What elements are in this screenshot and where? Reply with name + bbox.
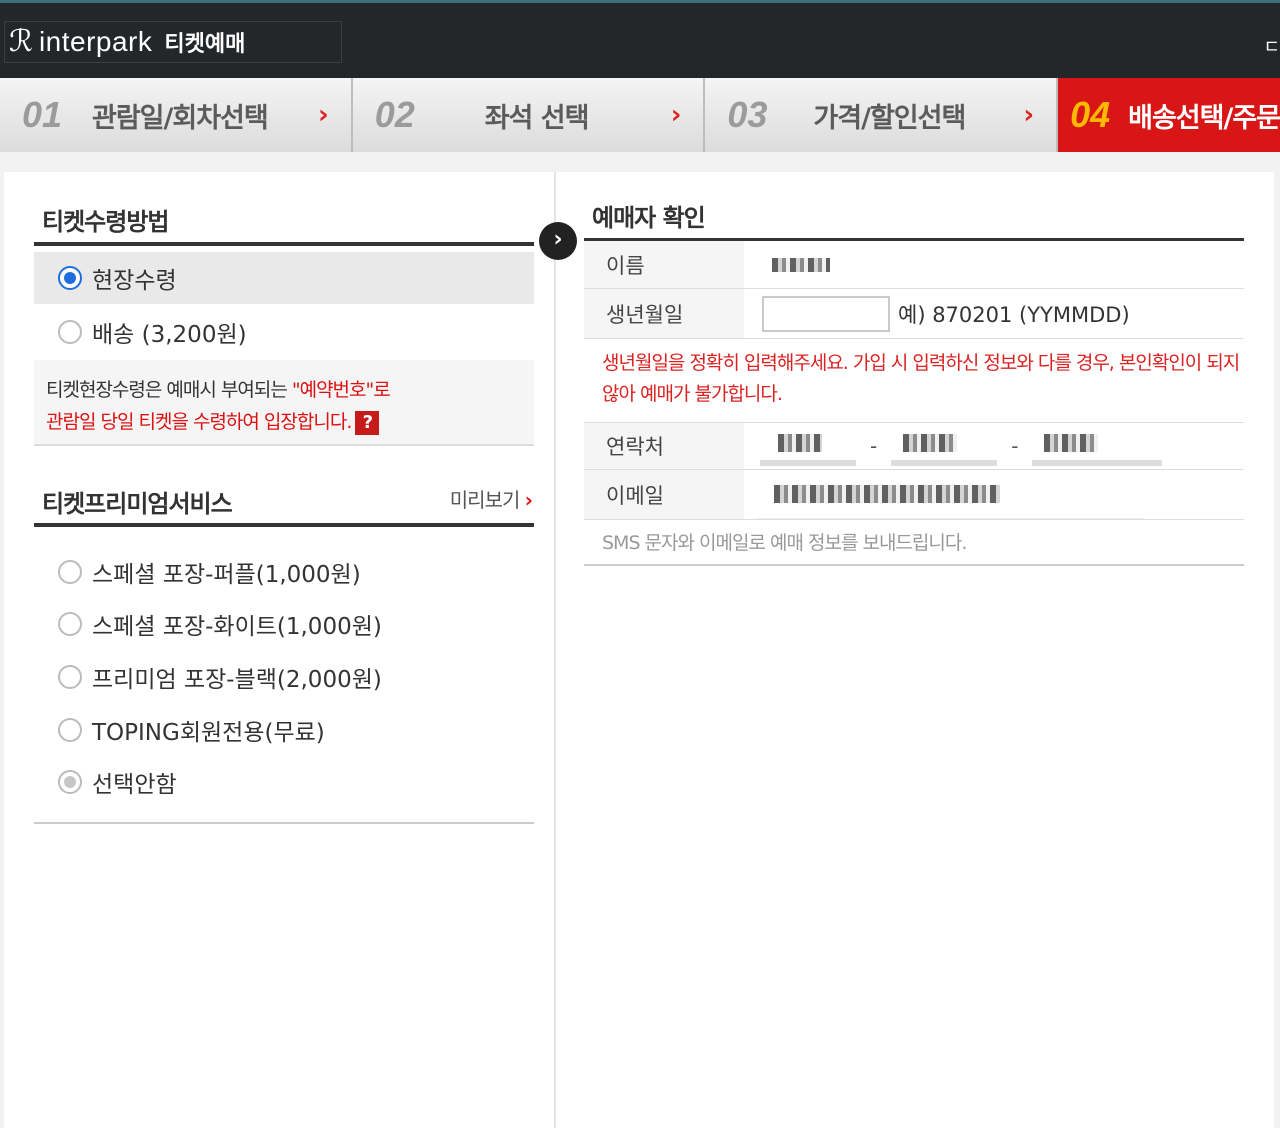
interpark-logo[interactable]: ℛ interpark 티켓예매 (4, 21, 342, 63)
phone-separator: - (870, 434, 878, 458)
phone-part-3[interactable] (1032, 426, 1163, 466)
phone-part-2[interactable] (891, 426, 998, 466)
booker-confirm-title: 예매자 확인 (592, 204, 706, 232)
name-value-redacted (744, 257, 1244, 272)
option-label: 현장수령 (92, 268, 177, 294)
option-label: 스페셜 포장-화이트(1,000원) (92, 614, 382, 640)
option-label: 스페셜 포장-퍼플(1,000원) (92, 562, 361, 588)
window-icon[interactable]: ㄷ (1263, 33, 1280, 59)
radio-delivery[interactable] (58, 320, 82, 344)
email-field[interactable] (758, 471, 1144, 519)
phone-row: 연락처 - - (584, 422, 1244, 470)
step-4-active[interactable]: 04 배송선택/주문 (1058, 78, 1280, 152)
section-divider (584, 564, 1244, 566)
left-panel: 티켓수령방법 현장수령 배송 (3,200원) 티켓현장수령은 예매시 부여되는… (4, 172, 556, 1128)
birth-example: 예) 870201 (YYMMDD) (898, 302, 1130, 327)
top-header: ℛ interpark 티켓예매 ㄷ (0, 0, 1280, 78)
premium-option[interactable]: 프리미엄 포장-블랙(2,000원) (34, 651, 382, 703)
preview-label: 미리보기 (449, 488, 521, 512)
step-label: 좌석 선택 (484, 102, 590, 134)
chevron-right-icon: › (317, 100, 329, 130)
option-label: 프리미엄 포장-블랙(2,000원) (92, 667, 382, 693)
sms-note: SMS 문자와 이메일로 예매 정보를 보내드립니다. (602, 532, 967, 554)
premium-option[interactable]: 스페셜 포장-퍼플(1,000원) (34, 546, 361, 598)
birth-warning: 생년월일을 정확히 입력해주세요. 가입 시 입력하신 정보와 다를 경우, 본… (602, 352, 1240, 405)
step-1[interactable]: 01 관람일/회차선택 › (0, 78, 353, 152)
info-text-2: 관람일 당일 티켓을 수령하여 입장합니다. (46, 411, 352, 433)
radio-button[interactable] (58, 612, 82, 636)
birth-input[interactable] (762, 295, 890, 332)
step-number: 04 (1070, 94, 1111, 135)
name-label: 이름 (584, 241, 744, 288)
step-navigation: 01 관람일/회차선택 › 02 좌석 선택 › 03 가격/할인선택 › 04… (0, 78, 1280, 152)
info-highlight: "예약번호"로 (291, 379, 391, 401)
onsite-info-box: 티켓현장수령은 예매시 부여되는 "예약번호"로 관람일 당일 티켓을 수령하여… (34, 360, 534, 446)
step-3[interactable]: 03 가격/할인선택 › (705, 78, 1059, 152)
section-divider (34, 822, 534, 824)
option-label: TOPING회원전용(무료) (92, 720, 325, 746)
section-divider (34, 523, 534, 527)
step-number: 01 (22, 94, 63, 135)
option-label: 선택안함 (92, 772, 177, 798)
brand-subtitle: 티켓예매 (164, 32, 246, 57)
section-divider (34, 242, 534, 246)
birth-label: 생년월일 (584, 289, 744, 338)
receive-option-onsite[interactable]: 현장수령 (34, 252, 534, 304)
phone-label: 연락처 (584, 423, 744, 469)
step-number: 03 (727, 94, 768, 135)
preview-link[interactable]: 미리보기 › (449, 484, 533, 513)
option-label: 배송 (3,200원) (92, 322, 247, 348)
radio-onsite[interactable] (58, 266, 82, 290)
chevron-right-icon: › (524, 488, 533, 512)
receive-option-delivery[interactable]: 배송 (3,200원) (34, 306, 247, 358)
info-text: 티켓현장수령은 예매시 부여되는 (46, 379, 292, 401)
radio-button[interactable] (58, 560, 82, 584)
step-label: 가격/할인선택 (813, 102, 966, 134)
email-row: 이메일 (584, 470, 1244, 520)
radio-button[interactable] (58, 718, 82, 742)
step-2[interactable]: 02 좌석 선택 › (352, 78, 706, 152)
phone-part-1[interactable] (760, 426, 856, 466)
email-label: 이메일 (584, 470, 744, 519)
chevron-right-icon: › (670, 100, 682, 130)
right-panel: 예매자 확인 이름 생년월일 예) 870201 (YYMMDD) 생년월일을 … (558, 172, 1274, 1128)
step-number: 02 (374, 94, 415, 135)
brand-name: interpark (38, 26, 153, 57)
premium-service-title: 티켓프리미엄서비스 (42, 490, 233, 518)
birth-row: 생년월일 예) 870201 (YYMMDD) (584, 289, 1244, 339)
step-label: 배송선택/주문 (1128, 102, 1280, 134)
help-icon[interactable]: ? (355, 410, 380, 435)
main-content: 티켓수령방법 현장수령 배송 (3,200원) 티켓현장수령은 예매시 부여되는… (4, 172, 1274, 1128)
premium-option-none[interactable]: 선택안함 (34, 756, 177, 808)
premium-option[interactable]: TOPING회원전용(무료) (34, 704, 325, 756)
chevron-right-circle-icon: › (539, 222, 577, 260)
premium-option[interactable]: 스페셜 포장-화이트(1,000원) (34, 598, 382, 650)
name-row: 이름 (584, 241, 1244, 289)
step-label: 관람일/회차선택 (92, 102, 269, 134)
radio-button[interactable] (58, 665, 82, 689)
radio-button[interactable] (58, 770, 82, 794)
phone-separator: - (1011, 434, 1019, 458)
logo-icon: ℛ (9, 24, 33, 59)
redacted-text (772, 257, 830, 272)
receive-method-title: 티켓수령방법 (42, 208, 169, 236)
chevron-right-icon: › (1023, 100, 1035, 130)
